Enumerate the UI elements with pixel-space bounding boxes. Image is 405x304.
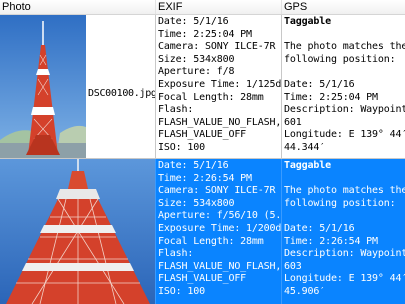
exif-flash: Flash: [158, 104, 194, 116]
photo-cell[interactable] [0, 159, 156, 304]
gps-date: Date: 5/1/16 [284, 222, 355, 234]
gps-description-line: The photo matches the [284, 41, 405, 53]
column-header-photo[interactable]: Photo [0, 0, 156, 14]
gps-description-line: following position: [284, 197, 396, 209]
gps-longitude-minutes: 45.906′ [284, 285, 326, 297]
exif-flash: Flash: [158, 248, 194, 260]
gps-waypoint-number: 603 [284, 260, 302, 272]
exif-camera: Camera: SONY ILCE-7R [158, 41, 276, 53]
exif-aperture: Aperture: f/56/10 (5.6) [158, 210, 282, 222]
gps-longitude: Longitude: E 139° 44′ [284, 273, 405, 285]
photo-thumbnail [0, 15, 86, 158]
photo-thumbnail [0, 159, 155, 304]
gps-longitude-minutes: 44.344′ [284, 141, 326, 153]
gps-time: Time: 2:26:54 PM [284, 235, 378, 247]
exif-focal-length: Focal Length: 28mm [158, 235, 264, 247]
exif-iso: ISO: 100 [158, 285, 205, 297]
exif-date: Date: 5/1/16 [158, 160, 229, 171]
gps-waypoint-description: Description: Waypoint [284, 104, 405, 116]
exif-size: Size: 534x800 [158, 197, 235, 209]
gps-description-line: following position: [284, 53, 396, 65]
table-header: Photo EXIF GPS [0, 0, 405, 15]
gps-description-line: The photo matches the [284, 185, 405, 197]
exif-flash-value: FLASH_VALUE_OFF [158, 129, 247, 141]
exif-flash-value: FLASH_VALUE_NO_FLASH, [158, 260, 282, 272]
column-header-gps[interactable]: GPS [282, 0, 405, 14]
photo-filename: DSC00100.jpg [88, 88, 156, 99]
exif-flash-value: FLASH_VALUE_NO_FLASH, [158, 116, 282, 128]
exif-date: Date: 5/1/16 [158, 16, 229, 27]
exif-time: Time: 2:26:54 PM [158, 172, 252, 184]
gps-waypoint-description: Description: Waypoint [284, 248, 405, 260]
column-header-exif[interactable]: EXIF [156, 0, 282, 14]
gps-cell[interactable]: Taggable​The photo matches thefollowing … [282, 15, 405, 159]
gps-status: Taggable [284, 160, 331, 171]
exif-exposure: Exposure Time: 1/125d [158, 78, 282, 90]
exif-exposure: Exposure Time: 1/200d [158, 222, 282, 234]
gps-waypoint-number: 601 [284, 116, 302, 128]
exif-aperture: Aperture: f/8 [158, 66, 235, 78]
photo-cell[interactable]: DSC00100.jpg [0, 15, 156, 159]
exif-size: Size: 534x800 [158, 53, 235, 65]
gps-time: Time: 2:25:04 PM [284, 91, 378, 103]
exif-time: Time: 2:25:04 PM [158, 28, 252, 40]
exif-camera: Camera: SONY ILCE-7R [158, 185, 276, 197]
gps-date: Date: 5/1/16 [284, 78, 355, 90]
gps-cell[interactable]: Taggable​The photo matches thefollowing … [282, 159, 405, 304]
gps-longitude: Longitude: E 139° 44′ [284, 129, 405, 141]
exif-cell[interactable]: Date: 5/1/16 Time: 2:26:54 PM Camera: SONY… [156, 159, 282, 304]
exif-focal-length: Focal Length: 28mm [158, 91, 264, 103]
exif-iso: ISO: 100 [158, 141, 205, 153]
table-row-selected[interactable]: Date: 5/1/16 Time: 2:26:54 PM Camera: SONY… [0, 159, 405, 304]
exif-flash-value: FLASH_VALUE_OFF [158, 273, 247, 285]
gps-status: Taggable [284, 16, 331, 27]
exif-cell[interactable]: Date: 5/1/16 Time: 2:25:04 PM Camera: SONY… [156, 15, 282, 159]
table-row[interactable]: DSC00100.jpg Date: 5/1/16 Time: 2:25:04 P… [0, 15, 405, 159]
